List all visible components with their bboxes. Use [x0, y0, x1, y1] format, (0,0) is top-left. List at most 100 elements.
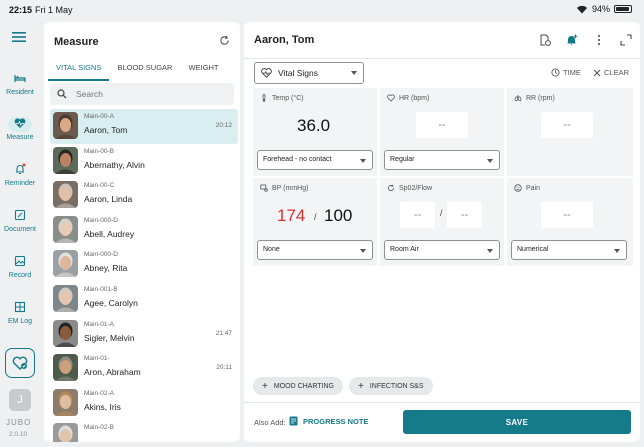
resident-row[interactable]: Main-00-C Aaron, Linda: [50, 178, 238, 213]
rail-item-measure[interactable]: Measure: [0, 117, 40, 141]
resident-code: Main-000-D: [84, 216, 118, 224]
rr-label-row: RR (rpm): [514, 94, 555, 102]
search-bar[interactable]: [50, 83, 234, 105]
time-button-label: TIME: [563, 68, 581, 77]
last-measure-time: 20:11: [216, 364, 232, 372]
document-clock-icon[interactable]: [539, 34, 551, 46]
edit-document-icon: [8, 209, 32, 224]
rail-label-measure: Measure: [6, 134, 34, 141]
resident-avatar: [53, 250, 78, 278]
also-add-label: Also Add:: [254, 418, 286, 427]
resident-avatar: [53, 319, 78, 347]
temp-method-select[interactable]: Forehead - no contact: [257, 150, 373, 170]
chevron-down-icon: [360, 249, 366, 253]
tab-blood-sugar[interactable]: BLOOD SUGAR: [109, 60, 180, 81]
rail-item-document[interactable]: Document: [0, 209, 40, 233]
mood-charting-chip[interactable]: + MOOD CHARTING: [253, 377, 343, 395]
hr-label-row: HR (bpm): [387, 94, 429, 102]
resident-row[interactable]: Main-00-B Abernathy, Alvin: [50, 144, 238, 179]
hamburger-menu-icon[interactable]: [12, 32, 26, 42]
user-avatar[interactable]: J: [9, 389, 31, 411]
resident-row[interactable]: Main-02-B: [50, 420, 238, 442]
resident-row[interactable]: Main-01-A Sigler, Melvin 21:47: [50, 317, 238, 352]
rail-item-em-log[interactable]: EM Log: [0, 301, 40, 325]
resident-avatar: [53, 423, 78, 442]
bp-diastolic-value[interactable]: 100: [324, 206, 352, 226]
resident-row[interactable]: Main-01- Aron, Abraham 20:11: [50, 351, 238, 386]
bed-icon: [8, 72, 32, 87]
header-actions: [539, 34, 632, 46]
rail-item-record[interactable]: Record: [0, 255, 40, 279]
resident-row[interactable]: Main-000-D Abney, Rita: [50, 247, 238, 282]
oxygen-source-select[interactable]: Room Air: [384, 240, 500, 260]
resident-row[interactable]: Main-000-D Abell, Audrey: [50, 213, 238, 248]
rail-label-record: Record: [8, 272, 32, 279]
nav-rail: Resident Measure Reminder Document Recor…: [0, 22, 40, 447]
wifi-icon: [576, 5, 587, 13]
resident-row[interactable]: Main-00-A Aaron, Tom 20:12: [50, 109, 238, 144]
clear-button-label: CLEAR: [604, 68, 630, 77]
bp-label-row: BP (mmHg): [260, 184, 308, 192]
time-button[interactable]: TIME: [551, 68, 581, 77]
bp-systolic-value[interactable]: 174: [277, 206, 305, 226]
search-input[interactable]: [76, 89, 216, 99]
expand-icon[interactable]: [620, 34, 632, 46]
pain-value-input[interactable]: --: [541, 202, 593, 228]
resident-name: Akins, Iris: [84, 401, 121, 412]
tab-vital-signs[interactable]: VITAL SIGNS: [48, 60, 110, 81]
last-measure-time: 20:12: [215, 122, 232, 129]
measure-type-select[interactable]: Vital Signs: [254, 62, 364, 84]
note-icon: [289, 416, 298, 426]
temp-label: Temp (°C): [272, 94, 304, 102]
resident-row[interactable]: Main-02-A Akins, Iris: [50, 386, 238, 421]
brand-logo: JUBO: [6, 418, 32, 427]
grid-icon: [8, 301, 32, 316]
resident-name: Aron, Abraham: [84, 367, 141, 378]
hr-rhythm-select[interactable]: Regular: [384, 150, 500, 170]
quick-measure-button[interactable]: [5, 348, 35, 378]
rail-item-reminder[interactable]: Reminder: [0, 163, 40, 187]
vitals-entry-panel: Aaron, Tom Vital Signs TIME CLEAR Temp (…: [244, 22, 640, 442]
hr-label: HR (bpm): [399, 94, 430, 102]
rr-card: RR (rpm) --: [507, 88, 633, 176]
bp-label: BP (mmHg): [272, 184, 309, 192]
resident-name: Abney, Rita: [84, 263, 128, 274]
heart-pulse-icon: [8, 117, 32, 132]
resident-avatar: [53, 146, 78, 174]
resident-code: Main-000-D: [84, 251, 118, 259]
plus-icon: +: [358, 380, 364, 392]
resident-row[interactable]: Main-001-B Agee, Carolyn: [50, 282, 238, 317]
hr-value-input[interactable]: --: [416, 112, 468, 138]
resident-code: Main-00-C: [84, 182, 115, 190]
search-icon: [57, 89, 67, 99]
measure-tabs: VITAL SIGNS BLOOD SUGAR WEIGHT: [48, 60, 226, 81]
pain-label: Pain: [526, 184, 541, 192]
oxygen-icon: [387, 184, 394, 192]
bell-plus-icon[interactable]: [566, 34, 578, 46]
image-icon: [8, 255, 32, 270]
more-vertical-icon[interactable]: [593, 34, 605, 46]
infection-ss-chip[interactable]: + INFECTION S&S: [349, 377, 433, 395]
list-title: Measure: [54, 36, 99, 48]
resident-avatar: [53, 181, 78, 209]
rr-value-input[interactable]: --: [541, 112, 593, 138]
rail-label-reminder: Reminder: [4, 180, 36, 187]
bp-position-select[interactable]: None: [257, 240, 373, 260]
progress-note-button[interactable]: PROGRESS NOTE: [289, 416, 368, 426]
flow-value-input[interactable]: --: [447, 202, 482, 228]
pain-label-row: Pain: [514, 184, 540, 192]
bp-separator: /: [314, 212, 317, 222]
tab-weight[interactable]: WEIGHT: [180, 60, 226, 81]
rail-item-resident[interactable]: Resident: [0, 72, 40, 96]
temp-value[interactable]: 36.0: [297, 116, 330, 136]
app-version: 2.0.10: [9, 431, 28, 438]
pain-scale-select[interactable]: Numerical: [511, 240, 627, 260]
pain-face-icon: [514, 184, 522, 192]
clear-button[interactable]: CLEAR: [593, 68, 629, 77]
save-button[interactable]: SAVE: [403, 410, 631, 434]
status-bar: 22:15 Fri 1 May 94%: [0, 0, 644, 20]
spo2-value-input[interactable]: --: [400, 202, 435, 228]
refresh-icon[interactable]: [219, 35, 230, 46]
spo2-label-row: Sp02/Flow: [387, 184, 432, 192]
spo2-card: Sp02/Flow -- / -- Room Air: [380, 178, 504, 266]
